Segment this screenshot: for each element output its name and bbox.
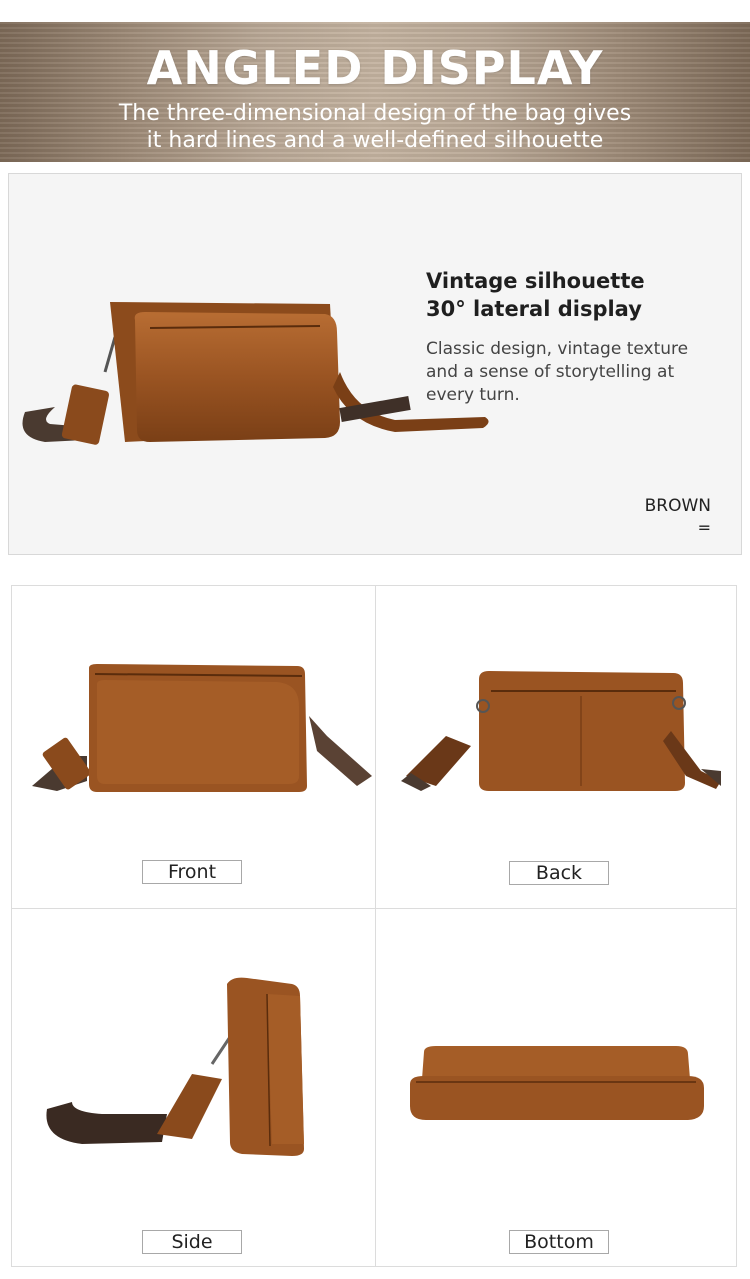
view-label-bottom: Bottom: [509, 1230, 609, 1254]
banner-title: ANGLED DISPLAY: [146, 41, 604, 95]
view-label-side: Side: [142, 1230, 242, 1254]
header-banner: ANGLED DISPLAY The three-dimensional des…: [0, 22, 750, 162]
bag-angled-image: [22, 302, 489, 445]
view-cell-bottom: Bottom: [376, 909, 737, 1266]
hero-description: Classic design, vintage texture and a se…: [426, 338, 726, 407]
view-cell-side: Side: [12, 909, 376, 1266]
hero-heading: Vintage silhouette 30° lateral display: [426, 267, 645, 323]
bag-side-image: [46, 977, 304, 1156]
bag-back-image: [401, 671, 721, 791]
hero-card: Vintage silhouette 30° lateral display C…: [8, 173, 742, 555]
banner-subtitle-line: The three-dimensional design of the bag …: [118, 101, 632, 126]
color-mark: =: [697, 518, 711, 537]
view-label-front: Front: [142, 860, 242, 884]
view-grid: Front Back Side Bottom: [11, 585, 737, 1267]
hero-heading-line: 30° lateral display: [426, 297, 642, 321]
hero-description-line: and a sense of storytelling at: [426, 362, 675, 382]
hero-description-line: Classic design, vintage texture: [426, 339, 689, 359]
bag-front-image: [32, 664, 372, 792]
view-cell-front: Front: [12, 586, 376, 909]
color-name: BROWN: [644, 496, 711, 516]
view-label-back: Back: [509, 861, 609, 885]
banner-subtitle-line: it hard lines and a well-defined silhoue…: [146, 128, 604, 153]
hero-heading-line: Vintage silhouette: [426, 269, 645, 293]
bag-bottom-image: [410, 1046, 704, 1120]
banner-subtitle: The three-dimensional design of the bag …: [0, 100, 750, 154]
view-cell-back: Back: [376, 586, 737, 909]
hero-description-line: every turn.: [426, 385, 520, 405]
